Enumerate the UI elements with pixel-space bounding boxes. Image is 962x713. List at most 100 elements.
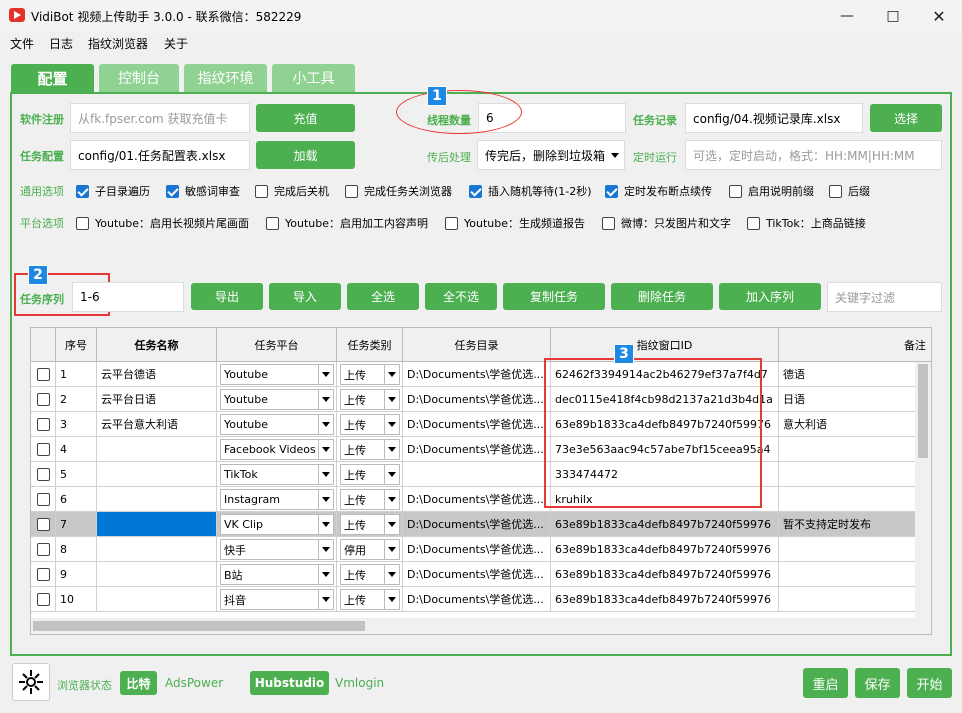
checkbox[interactable] <box>255 184 268 198</box>
checkbox[interactable] <box>469 184 482 198</box>
column-header-note[interactable]: 备注 <box>779 328 931 362</box>
table-row[interactable]: 10 抖音 上传 D:\Documents\学爸优选... 63e89b1833ca4d… <box>31 587 931 612</box>
type-select-cell[interactable]: 停用 <box>337 537 403 562</box>
schedule-input[interactable]: 可选，定时启动，格式：HH:MM|HH:MM <box>685 140 942 170</box>
type-select[interactable]: 上传 <box>340 389 400 410</box>
post-process-select[interactable]: 传完后，删除到垃圾箱 <box>477 140 625 170</box>
type-select-cell[interactable]: 上传 <box>337 487 403 512</box>
task-name-cell[interactable] <box>97 462 217 487</box>
checkbox[interactable] <box>829 184 842 198</box>
column-header-type[interactable]: 任务类别 <box>337 328 403 362</box>
checkbox[interactable] <box>266 216 279 230</box>
row-select-cell[interactable] <box>31 412 56 437</box>
table-row[interactable]: 7 VK Clip 上传 D:\Documents\学爸优选... 63e89b1833… <box>31 512 931 537</box>
note-cell[interactable]: 德语 <box>779 362 931 387</box>
license-card-input[interactable]: 从fk.fpser.com 获取充值卡 <box>70 103 250 133</box>
row-number[interactable]: 2 <box>56 387 97 412</box>
task-dir-cell[interactable]: D:\Documents\学爸优选... <box>403 437 551 462</box>
task-config-input[interactable]: config/01.任务配置表.xlsx <box>70 140 250 170</box>
type-select-cell[interactable]: 上传 <box>337 362 403 387</box>
browser-bitbrowser[interactable]: 比特 <box>120 671 157 695</box>
type-select-cell[interactable]: 上传 <box>337 387 403 412</box>
chevron-down-icon[interactable] <box>384 515 399 534</box>
option-subdir[interactable]: 子目录遍历 <box>76 183 150 199</box>
note-cell[interactable] <box>779 437 931 462</box>
chevron-down-icon[interactable] <box>318 365 333 384</box>
row-number[interactable]: 9 <box>56 562 97 587</box>
type-select[interactable]: 上传 <box>340 589 400 610</box>
menu-fingerprint-browser[interactable]: 指纹浏览器 <box>88 35 148 52</box>
row-number[interactable]: 1 <box>56 362 97 387</box>
type-select-cell[interactable]: 上传 <box>337 587 403 612</box>
scrollbar-thumb[interactable] <box>33 621 365 631</box>
chevron-down-icon[interactable] <box>318 490 333 509</box>
select-none-button[interactable]: 全不选 <box>425 283 497 310</box>
horizontal-scrollbar[interactable] <box>31 618 931 634</box>
table-row[interactable]: 8 快手 停用 D:\Documents\学爸优选... 63e89b1833ca4de… <box>31 537 931 562</box>
task-dir-cell[interactable]: D:\Documents\学爸优选... <box>403 537 551 562</box>
chevron-down-icon[interactable] <box>318 515 333 534</box>
table-row[interactable]: 6 Instagram 上传 D:\Documents\学爸优选... kruhilx <box>31 487 931 512</box>
row-select-cell[interactable] <box>31 562 56 587</box>
row-number[interactable]: 8 <box>56 537 97 562</box>
platform-select-cell[interactable]: TikTok <box>217 462 337 487</box>
platform-select-cell[interactable]: 抖音 <box>217 587 337 612</box>
vertical-scrollbar[interactable] <box>915 362 931 618</box>
type-select[interactable]: 上传 <box>340 364 400 385</box>
chevron-down-icon[interactable] <box>318 440 333 459</box>
task-name-cell[interactable] <box>97 587 217 612</box>
column-header-no[interactable]: 序号 <box>56 328 97 362</box>
checkbox[interactable] <box>747 216 760 230</box>
chevron-down-icon[interactable] <box>384 390 399 409</box>
option-weibo[interactable]: 微博：只发图片和文字 <box>602 215 731 231</box>
chevron-down-icon[interactable] <box>384 440 399 459</box>
tab-fingerprint-env[interactable]: 指纹环境 <box>184 64 267 92</box>
table-row[interactable]: 2 云平台日语 Youtube 上传 D:\Documents\学爸优选... dec01… <box>31 387 931 412</box>
row-number[interactable]: 7 <box>56 512 97 537</box>
note-cell[interactable] <box>779 537 931 562</box>
option-tiktok[interactable]: TikTok：上商品链接 <box>747 215 866 231</box>
option-random-wait[interactable]: 插入随机等待(1-2秒) <box>469 183 592 199</box>
restart-button[interactable]: 重启 <box>803 668 848 698</box>
row-checkbox[interactable] <box>36 592 50 606</box>
chevron-down-icon[interactable] <box>318 540 333 559</box>
option-sensitive[interactable]: 敏感词审查 <box>166 183 240 199</box>
platform-select[interactable]: Youtube <box>220 414 334 435</box>
note-cell[interactable] <box>779 587 931 612</box>
note-cell[interactable] <box>779 462 931 487</box>
column-header-dir[interactable]: 任务目录 <box>403 328 551 362</box>
save-button[interactable]: 保存 <box>855 668 900 698</box>
task-name-cell[interactable]: 云平台德语 <box>97 362 217 387</box>
table-row[interactable]: 4 Facebook Videos 上传 D:\Documents\学爸优选... 73… <box>31 437 931 462</box>
table-row[interactable]: 1 云平台德语 Youtube 上传 D:\Documents\学爸优选... 62462… <box>31 362 931 387</box>
platform-select-cell[interactable]: Instagram <box>217 487 337 512</box>
task-dir-cell[interactable]: D:\Documents\学爸优选... <box>403 412 551 437</box>
type-select-cell[interactable]: 上传 <box>337 512 403 537</box>
task-name-cell[interactable]: 云平台意大利语 <box>97 412 217 437</box>
maximize-icon[interactable]: □ <box>870 0 916 32</box>
platform-select[interactable]: VK Clip <box>220 514 334 535</box>
task-dir-cell[interactable]: D:\Documents\学爸优选... <box>403 587 551 612</box>
note-cell[interactable]: 日语 <box>779 387 931 412</box>
row-checkbox[interactable] <box>36 367 50 381</box>
row-checkbox[interactable] <box>36 467 50 481</box>
chevron-down-icon[interactable] <box>384 465 399 484</box>
task-name-cell[interactable] <box>97 562 217 587</box>
row-select-cell[interactable] <box>31 362 56 387</box>
row-checkbox[interactable] <box>36 567 50 581</box>
type-select[interactable]: 停用 <box>340 539 400 560</box>
platform-select-cell[interactable]: B站 <box>217 562 337 587</box>
choose-button[interactable]: 选择 <box>870 104 942 132</box>
type-select[interactable]: 上传 <box>340 514 400 535</box>
checkbox[interactable] <box>76 184 89 198</box>
option-yt-declaration[interactable]: Youtube：启用加工内容声明 <box>266 215 428 231</box>
task-dir-cell[interactable]: D:\Documents\学爸优选... <box>403 362 551 387</box>
option-close-browser[interactable]: 完成任务关浏览器 <box>345 183 452 199</box>
checkbox[interactable] <box>602 216 615 230</box>
type-select[interactable]: 上传 <box>340 464 400 485</box>
row-checkbox[interactable] <box>36 492 50 506</box>
close-icon[interactable]: ✕ <box>916 0 962 32</box>
chevron-down-icon[interactable] <box>384 565 399 584</box>
column-header-platform[interactable]: 任务平台 <box>217 328 337 362</box>
task-seq-input[interactable]: 1-6 <box>72 282 184 312</box>
